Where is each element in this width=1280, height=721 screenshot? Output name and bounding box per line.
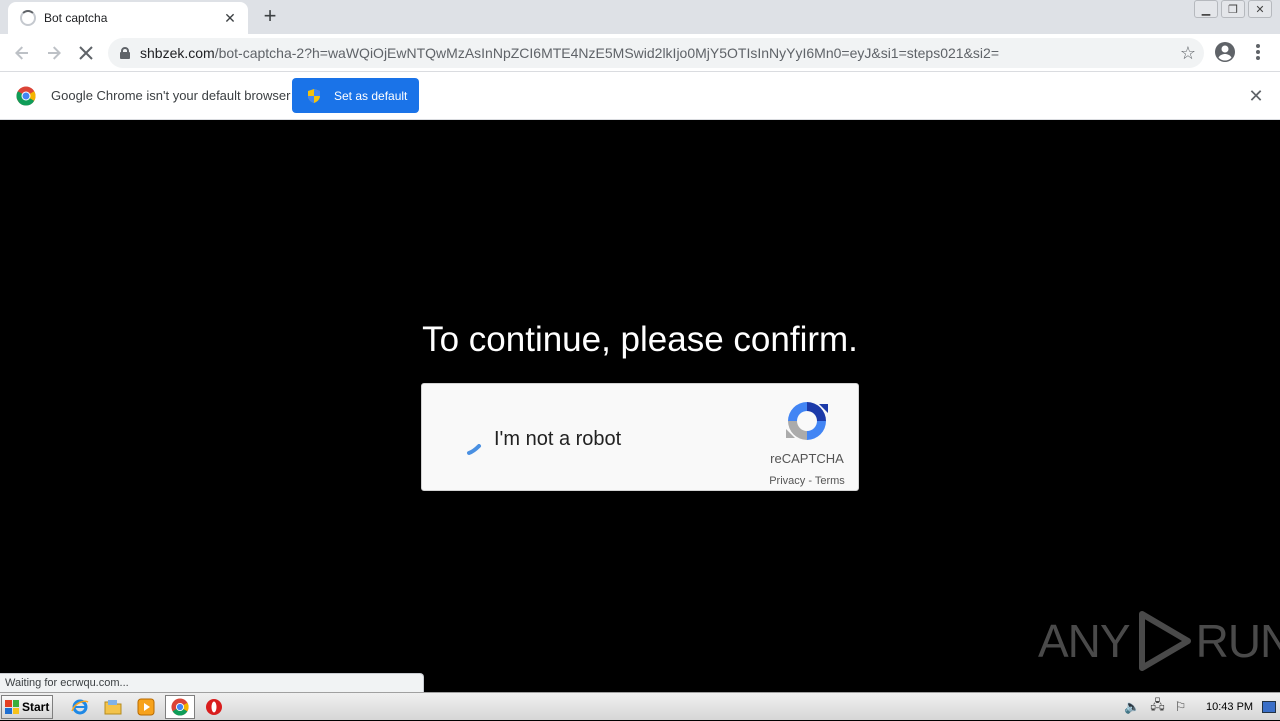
forward-button[interactable] (38, 37, 70, 69)
anyrun-watermark: ANY RUN (1038, 608, 1280, 674)
stop-button[interactable] (70, 37, 102, 69)
recaptcha-brand: reCAPTCHA (770, 451, 844, 466)
back-button[interactable] (6, 37, 38, 69)
recaptcha-privacy-link[interactable]: Privacy (769, 475, 805, 487)
recaptcha-terms-link[interactable]: Terms (815, 475, 845, 487)
volume-icon[interactable]: 🔈 (1124, 699, 1140, 715)
file-explorer-icon[interactable] (103, 697, 123, 717)
windows-logo-icon (5, 700, 19, 714)
tab-title: Bot captcha (44, 11, 108, 25)
system-tray: 🔈 🖧 ⚐ (1124, 693, 1196, 721)
new-tab-button[interactable]: + (258, 5, 282, 28)
action-center-flag-icon[interactable]: ⚐ (1175, 699, 1187, 715)
window-controls: ▁ ❐ ✕ (1191, 0, 1272, 20)
loading-spinner-icon (20, 10, 36, 26)
bookmark-star-icon[interactable]: ☆ (1180, 43, 1196, 64)
start-button[interactable]: Start (1, 695, 53, 719)
recaptcha-checkbox-label[interactable]: I'm not a robot (494, 428, 621, 451)
internet-explorer-icon[interactable] (70, 697, 90, 717)
taskbar-clock[interactable]: 10:43 PM (1206, 701, 1253, 713)
back-arrow-icon (15, 45, 28, 60)
stop-icon (79, 45, 93, 60)
chrome-icon[interactable] (165, 695, 195, 719)
browser-toolbar: shbzek.com/bot-captcha-2?h=waWQiOjEwNTQw… (0, 34, 1280, 72)
play-logo-icon (1138, 611, 1191, 671)
address-bar[interactable]: shbzek.com/bot-captcha-2?h=waWQiOjEwNTQw… (108, 38, 1204, 68)
watermark-left: ANY (1038, 615, 1131, 667)
chrome-logo-icon (16, 86, 36, 106)
opera-icon[interactable] (204, 697, 224, 717)
infobar-close-icon[interactable]: ✕ (1246, 86, 1266, 107)
infobar-message: Google Chrome isn't your default browser (51, 88, 291, 103)
watermark-right: RUN (1195, 615, 1280, 667)
taskbar: Start 🔈 🖧 ⚐ 10:43 PM (0, 692, 1280, 720)
url-host: shbzek.com (140, 45, 215, 61)
set-as-default-button[interactable]: Set as default (292, 78, 419, 113)
recaptcha-checkbox-spinner-icon[interactable] (466, 444, 482, 456)
tab-strip: Bot captcha ✕ + ▁ ❐ ✕ (0, 0, 1280, 34)
show-desktop-icon[interactable] (1262, 701, 1276, 713)
minimize-icon[interactable]: ▁ (1194, 0, 1218, 18)
url-path: /bot-captcha-2?h=waWQiOjEwNTQwMzAsInNpZC… (214, 45, 999, 61)
recaptcha-widget: I'm not a robot reCAPTCHA Privacy - Term… (421, 383, 859, 491)
close-icon[interactable]: ✕ (1248, 0, 1272, 18)
recaptcha-link-separator: - (805, 475, 815, 487)
set-as-default-label: Set as default (334, 88, 408, 103)
browser-tab[interactable]: Bot captcha ✕ (8, 2, 248, 34)
status-bubble: Waiting for ecrwqu.com... (0, 673, 424, 692)
start-label: Start (22, 700, 50, 714)
url-text: shbzek.com/bot-captcha-2?h=waWQiOjEwNTQw… (140, 45, 999, 61)
tab-close-icon[interactable]: ✕ (222, 10, 238, 27)
media-player-icon[interactable] (136, 697, 156, 717)
forward-arrow-icon (48, 45, 61, 60)
recaptcha-links: Privacy - Terms (752, 475, 862, 487)
restore-icon[interactable]: ❐ (1221, 0, 1245, 18)
uac-shield-icon (308, 88, 320, 103)
chrome-menu-icon[interactable] (1250, 40, 1266, 64)
profile-icon[interactable] (1214, 41, 1236, 63)
recaptcha-logo-icon (786, 402, 828, 440)
page-headline: To continue, please confirm. (422, 320, 858, 359)
network-icon[interactable]: 🖧 (1150, 696, 1165, 718)
lock-icon[interactable] (120, 47, 130, 59)
